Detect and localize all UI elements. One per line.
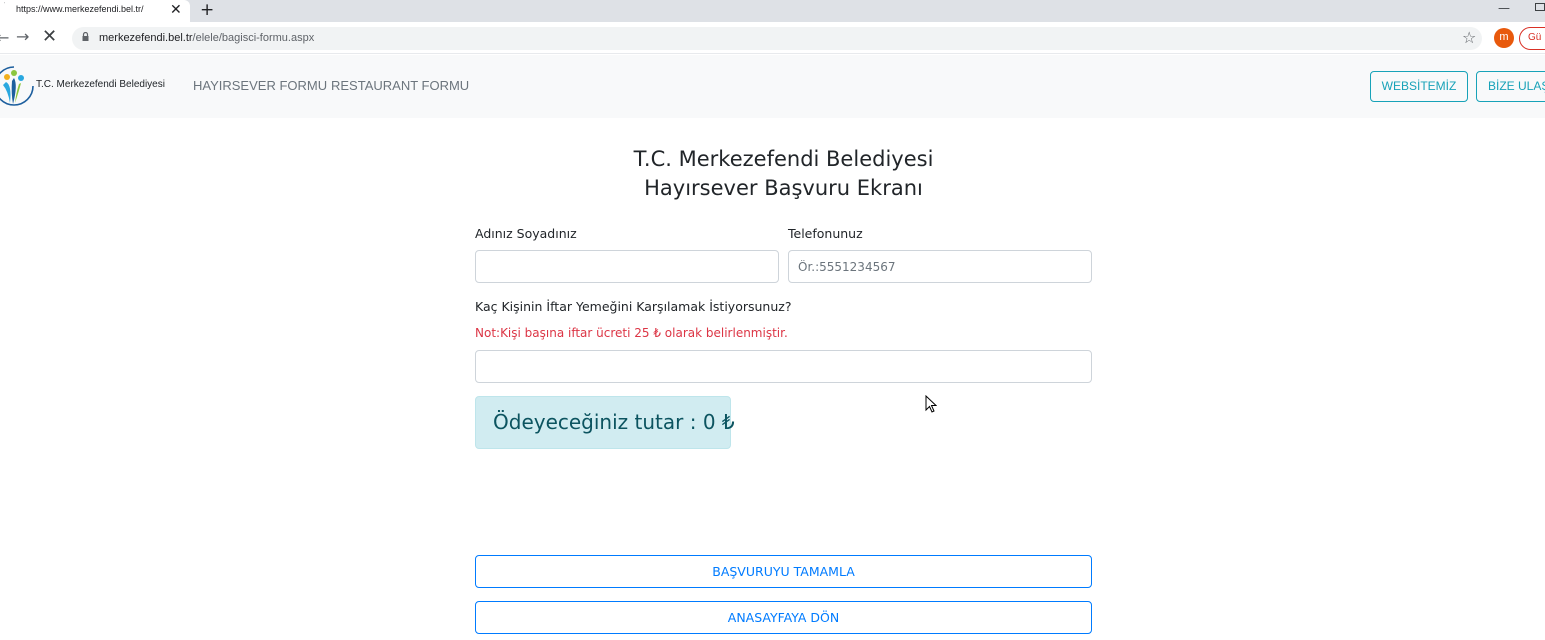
stop-loading-icon[interactable]: ✕ <box>42 26 57 48</box>
page-title-line2: Hayırsever Başvuru Ekranı <box>644 176 923 200</box>
page-title: T.C. Merkezefendi Belediyesi Hayırsever … <box>475 145 1092 203</box>
browser-tab-strip <box>0 0 1545 22</box>
name-input[interactable] <box>475 250 779 283</box>
lock-icon <box>82 32 89 41</box>
profile-avatar[interactable]: m <box>1494 28 1514 48</box>
phone-input[interactable] <box>788 250 1092 283</box>
price-note: Not:Kişi başına iftar ücreti 25 ₺ olarak… <box>475 326 788 340</box>
nav-link-hayirsever-formu[interactable]: HAYIRSEVER FORMU <box>193 78 327 93</box>
minimize-icon[interactable]: — <box>1498 0 1510 16</box>
browser-tab[interactable]: ˙ https://www.merkezefendi.bel.tr/ ✕ <box>0 0 190 22</box>
return-home-button[interactable]: ANASAYFAYA DÖN <box>475 601 1092 634</box>
url-host: merkezefendi.bel.tr <box>99 32 193 44</box>
website-button[interactable]: WEBSİTEMİZ <box>1370 71 1468 102</box>
municipality-logo-icon[interactable] <box>0 63 34 109</box>
person-count-input[interactable] <box>475 350 1092 383</box>
back-arrow-icon[interactable]: ← <box>0 28 9 47</box>
new-tab-icon[interactable]: + <box>200 0 214 20</box>
page-title-line1: T.C. Merkezefendi Belediyesi <box>633 147 934 171</box>
contact-button[interactable]: BİZE ULAŞ <box>1476 71 1545 102</box>
name-label: Adınız Soyadınız <box>475 226 577 241</box>
url-text[interactable]: merkezefendi.bel.tr/elele/bagisci-formu.… <box>99 32 314 44</box>
tab-close-icon[interactable]: ✕ <box>170 1 182 19</box>
tab-title: https://www.merkezefendi.bel.tr/ <box>16 4 144 14</box>
submit-application-button[interactable]: BAŞVURUYU TAMAMLA <box>475 555 1092 588</box>
nav-link-restaurant-formu[interactable]: RESTAURANT FORMU <box>331 78 469 93</box>
guest-button[interactable]: Gü <box>1519 27 1545 50</box>
maximize-icon[interactable] <box>1535 3 1545 11</box>
forward-arrow-icon[interactable]: → <box>16 27 29 46</box>
tab-loading-icon: ˙ <box>3 2 6 9</box>
phone-label: Telefonunuz <box>788 226 863 241</box>
bookmark-star-icon[interactable]: ☆ <box>1462 28 1476 47</box>
url-path: /elele/bagisci-formu.aspx <box>192 32 315 44</box>
total-amount-alert: Ödeyeceğiniz tutar : 0 ₺ <box>475 396 735 449</box>
person-count-label: Kaç Kişinin İftar Yemeğini Karşılamak İs… <box>475 299 792 314</box>
mouse-cursor-icon <box>925 395 937 413</box>
brand-name[interactable]: T.C. Merkezefendi Belediyesi <box>36 79 165 90</box>
